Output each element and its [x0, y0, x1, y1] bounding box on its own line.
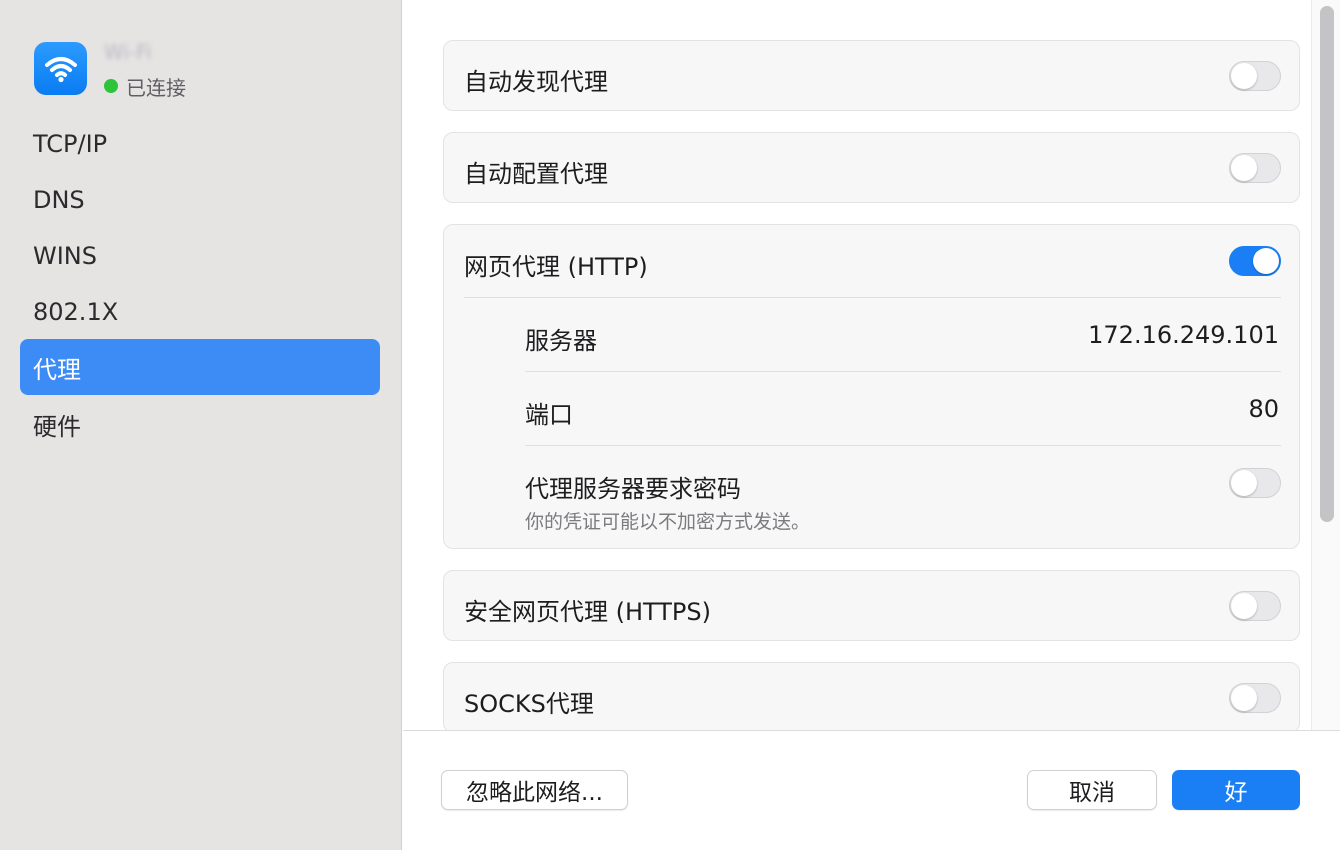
port-input[interactable]: 80	[1248, 395, 1279, 423]
sidebar-item-wins[interactable]: WINS	[20, 228, 380, 284]
password-required-label: 代理服务器要求密码	[525, 469, 741, 504]
http-proxy-label: 网页代理 (HTTP)	[464, 247, 648, 282]
https-proxy-card: 安全网页代理 (HTTPS)	[443, 570, 1300, 641]
socks-proxy-toggle[interactable]	[1229, 683, 1281, 713]
status-text: 已连接	[126, 72, 186, 101]
port-label: 端口	[525, 395, 573, 430]
sidebar-item-tcpip[interactable]: TCP/IP	[20, 116, 380, 172]
sidebar: Wi-Fi 已连接 TCP/IP DNS WINS 802.1X 代理 硬件	[0, 0, 402, 850]
password-warning-note: 你的凭证可能以不加密方式发送。	[525, 507, 810, 534]
network-settings-window: Wi-Fi 已连接 TCP/IP DNS WINS 802.1X 代理 硬件 自…	[0, 0, 1340, 850]
divider	[525, 371, 1281, 372]
auto-discover-proxy-label: 自动发现代理	[464, 62, 608, 97]
network-name: Wi-Fi	[104, 40, 194, 66]
scrollbar-thumb[interactable]	[1320, 6, 1334, 522]
auto-config-proxy-card: 自动配置代理	[443, 132, 1300, 203]
socks-proxy-card: SOCKS代理	[443, 662, 1300, 730]
proxy-settings-panel: 自动发现代理 自动配置代理 网页代理 (HTTP) 服务器 172.16.249…	[403, 0, 1340, 730]
http-proxy-card: 网页代理 (HTTP) 服务器 172.16.249.101 端口 80 代理服…	[443, 224, 1300, 549]
auto-config-proxy-toggle[interactable]	[1229, 153, 1281, 183]
ok-button[interactable]: 好	[1172, 770, 1300, 810]
auto-discover-proxy-toggle[interactable]	[1229, 61, 1281, 91]
password-required-toggle[interactable]	[1229, 468, 1281, 498]
auto-config-proxy-label: 自动配置代理	[464, 154, 608, 189]
https-proxy-toggle[interactable]	[1229, 591, 1281, 621]
footer-bar: 忽略此网络... 取消 好	[403, 730, 1340, 850]
wifi-icon	[34, 42, 87, 95]
http-proxy-toggle[interactable]	[1229, 246, 1281, 276]
server-input[interactable]: 172.16.249.101	[1088, 321, 1279, 349]
sidebar-item-8021x[interactable]: 802.1X	[20, 284, 380, 340]
divider	[525, 445, 1281, 446]
forget-network-button[interactable]: 忽略此网络...	[441, 770, 628, 810]
auto-discover-proxy-card: 自动发现代理	[443, 40, 1300, 111]
connection-status: 已连接	[104, 74, 186, 98]
https-proxy-label: 安全网页代理 (HTTPS)	[464, 592, 711, 627]
sidebar-item-proxy[interactable]: 代理	[20, 339, 380, 395]
scrollbar[interactable]	[1311, 0, 1340, 730]
server-label: 服务器	[525, 321, 597, 356]
network-header: Wi-Fi 已连接	[34, 40, 374, 100]
cancel-button[interactable]: 取消	[1027, 770, 1157, 810]
sidebar-item-dns[interactable]: DNS	[20, 172, 380, 228]
divider	[464, 297, 1281, 298]
status-dot-icon	[104, 79, 118, 93]
sidebar-item-hardware[interactable]: 硬件	[20, 396, 380, 452]
socks-proxy-label: SOCKS代理	[464, 684, 594, 719]
